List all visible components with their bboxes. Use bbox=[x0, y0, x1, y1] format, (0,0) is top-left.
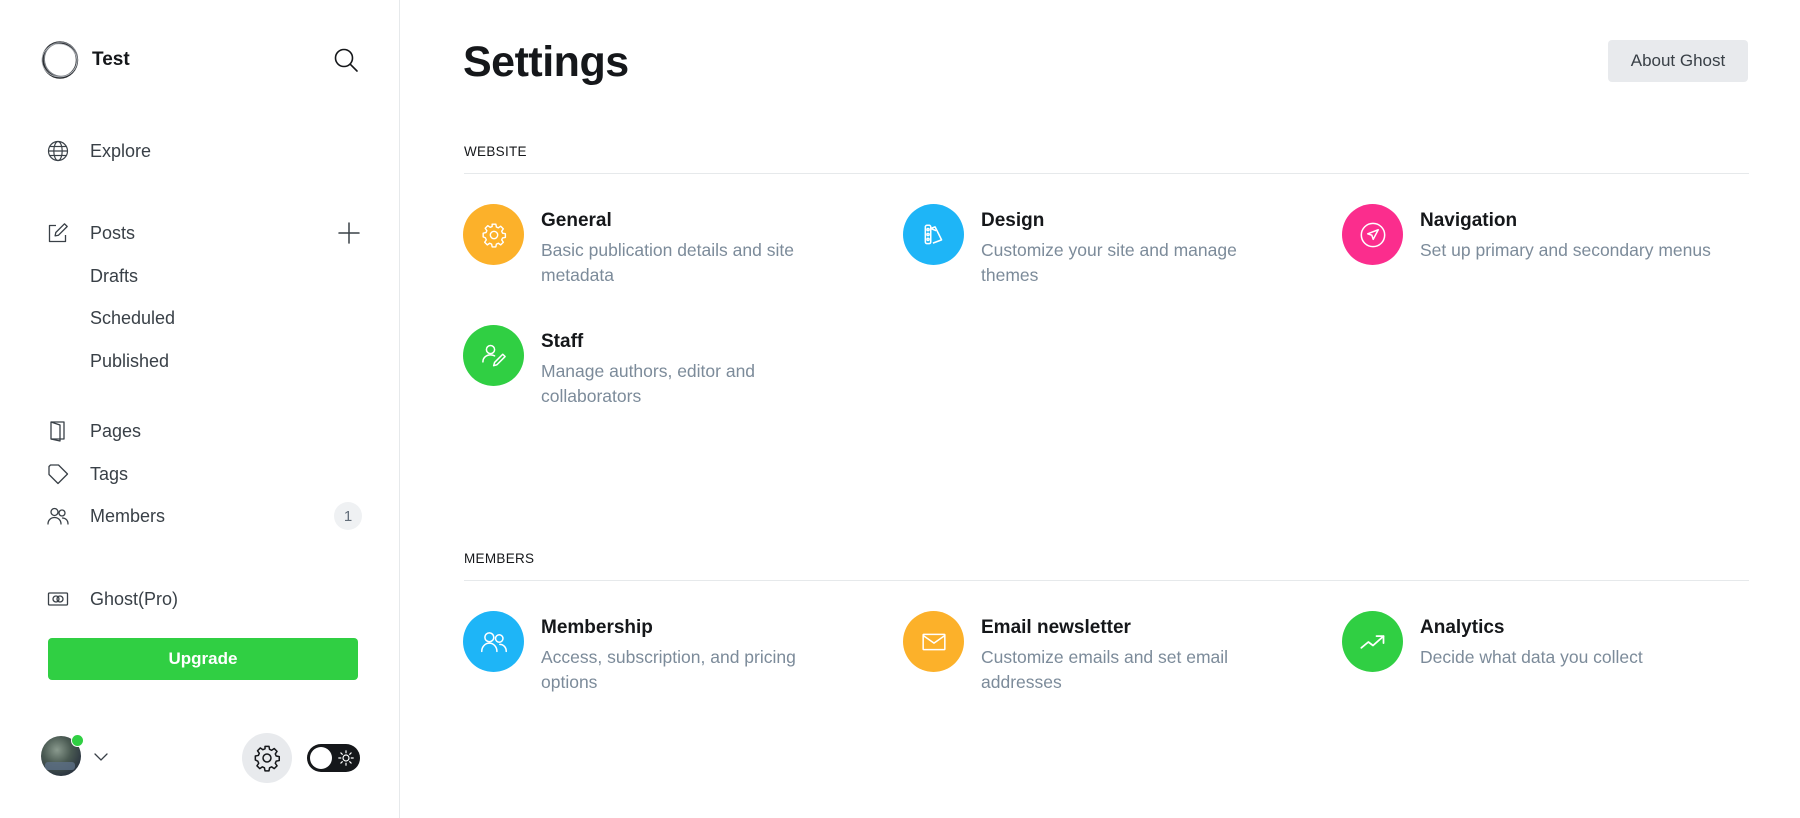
navigation-arrow-icon bbox=[1360, 222, 1385, 247]
sidebar-item-label: Members bbox=[90, 505, 166, 526]
email-icon-circle bbox=[903, 611, 964, 672]
settings-card-email-newsletter[interactable]: Email newsletter Customize emails and se… bbox=[903, 611, 1303, 706]
card-title: Staff bbox=[541, 331, 584, 352]
section-header-members: MEMBERS bbox=[464, 551, 1749, 581]
members-icon bbox=[46, 504, 70, 528]
sidebar-item-pages[interactable]: Pages bbox=[46, 416, 366, 446]
sidebar-item-label: Published bbox=[90, 350, 170, 371]
sidebar-item-label: Explore bbox=[90, 140, 152, 161]
settings-card-analytics[interactable]: Analytics Decide what data you collect bbox=[1342, 611, 1762, 706]
card-title: Design bbox=[981, 210, 1045, 231]
settings-main: Settings About Ghost WEBSITE General Bas… bbox=[400, 0, 1800, 818]
card-description: Customize emails and set email addresses bbox=[981, 647, 1229, 692]
card-description: Basic publication details and site metad… bbox=[541, 240, 794, 285]
sidebar-item-tags[interactable]: Tags bbox=[46, 459, 366, 489]
plus-icon bbox=[338, 222, 360, 244]
gear-icon bbox=[254, 745, 281, 772]
membership-icon-circle bbox=[463, 611, 524, 672]
pencil-square-icon bbox=[46, 221, 70, 245]
app-root: Test Explore Posts Drafts Scheduled Publ… bbox=[0, 0, 1800, 818]
navigation-icon-circle bbox=[1342, 204, 1403, 265]
sidebar-item-label: Scheduled bbox=[90, 307, 176, 328]
sidebar-item-label: Pages bbox=[90, 420, 142, 441]
site-name: Test bbox=[92, 49, 130, 70]
sidebar-item-members[interactable]: Members bbox=[46, 501, 366, 531]
trend-up-icon bbox=[1359, 634, 1384, 649]
sidebar-item-posts[interactable]: Posts bbox=[46, 218, 366, 248]
general-icon-circle bbox=[463, 204, 524, 265]
card-title: Membership bbox=[541, 617, 653, 638]
card-description: Customize your site and manage themes bbox=[981, 240, 1237, 285]
section-header-website: WEBSITE bbox=[464, 144, 1749, 174]
settings-card-design[interactable]: Design Customize your site and manage th… bbox=[903, 204, 1303, 299]
gear-icon bbox=[481, 222, 506, 248]
sidebar-item-explore[interactable]: Explore bbox=[46, 136, 366, 166]
sun-icon bbox=[338, 750, 354, 766]
envelope-icon bbox=[921, 633, 946, 650]
new-post-button[interactable] bbox=[336, 220, 362, 246]
globe-icon bbox=[46, 139, 70, 163]
page-title: Settings bbox=[463, 38, 629, 86]
card-title: Analytics bbox=[1420, 617, 1505, 638]
brand[interactable]: Test bbox=[40, 40, 130, 80]
analytics-icon-circle bbox=[1342, 611, 1403, 672]
sidebar-item-label: Ghost(Pro) bbox=[90, 588, 179, 609]
settings-card-general[interactable]: General Basic publication details and si… bbox=[463, 204, 863, 299]
members-count-badge: 1 bbox=[334, 502, 362, 530]
settings-card-navigation[interactable]: Navigation Set up primary and secondary … bbox=[1342, 204, 1762, 299]
online-status-indicator bbox=[71, 734, 84, 747]
staff-icon-circle bbox=[463, 325, 524, 386]
card-description: Set up primary and secondary menus bbox=[1420, 240, 1711, 260]
search-button[interactable] bbox=[332, 46, 360, 74]
ghost-ring-logo-icon bbox=[41, 41, 79, 79]
settings-button[interactable] bbox=[242, 733, 292, 783]
pages-icon bbox=[46, 419, 70, 443]
toggle-knob bbox=[310, 747, 332, 769]
members-icon bbox=[480, 631, 507, 652]
settings-card-staff[interactable]: Staff Manage authors, editor and collabo… bbox=[463, 325, 863, 420]
tag-icon bbox=[46, 462, 70, 486]
settings-card-membership[interactable]: Membership Access, subscription, and pri… bbox=[463, 611, 863, 706]
card-title: Email newsletter bbox=[981, 617, 1131, 638]
sidebar: Test Explore Posts Drafts Scheduled Publ… bbox=[0, 0, 400, 818]
sidebar-item-ghost-pro[interactable]: Ghost(Pro) bbox=[46, 584, 366, 614]
sidebar-item-label: Posts bbox=[90, 222, 136, 243]
ghost-pro-icon bbox=[46, 587, 70, 611]
user-menu-avatar[interactable] bbox=[41, 734, 84, 776]
design-icon-circle bbox=[903, 204, 964, 265]
user-edit-icon bbox=[481, 344, 506, 366]
sidebar-item-scheduled[interactable]: Scheduled bbox=[90, 303, 290, 333]
sidebar-item-published[interactable]: Published bbox=[90, 346, 290, 376]
upgrade-button[interactable]: Upgrade bbox=[48, 638, 358, 680]
card-description: Access, subscription, and pricing option… bbox=[541, 647, 796, 692]
palette-swatch-icon bbox=[924, 223, 942, 244]
card-title: General bbox=[541, 210, 612, 231]
theme-toggle[interactable] bbox=[307, 744, 360, 772]
sidebar-item-label: Tags bbox=[90, 463, 129, 484]
user-menu-toggle[interactable] bbox=[92, 748, 110, 766]
card-description: Decide what data you collect bbox=[1420, 647, 1643, 667]
chevron-down-icon bbox=[94, 753, 108, 761]
card-title: Navigation bbox=[1420, 210, 1518, 231]
sidebar-item-label: Drafts bbox=[90, 265, 139, 286]
sidebar-item-drafts[interactable]: Drafts bbox=[90, 261, 290, 291]
card-description: Manage authors, editor and collaborators bbox=[541, 361, 756, 406]
search-icon bbox=[334, 48, 358, 72]
about-ghost-button[interactable]: About Ghost bbox=[1608, 40, 1748, 82]
